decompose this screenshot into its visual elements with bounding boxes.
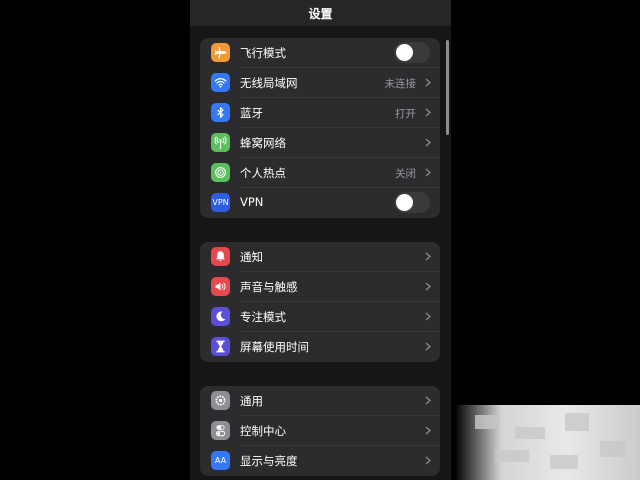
gear-icon [211,391,230,410]
cellular-antenna-icon [211,133,230,152]
bluetooth-icon [211,103,230,122]
settings-row-label: 通用 [240,394,263,408]
settings-row-label: 屏幕使用时间 [240,340,309,354]
chevron-right-icon [425,342,431,351]
page-title: 设置 [308,7,333,21]
speaker-icon [211,277,230,296]
text-size-icon: AA [211,451,230,470]
chevron-right-icon [425,138,431,147]
general-group: 通用 控制中心 AA 显示与亮度 [200,386,440,476]
settings-row-display-brightness[interactable]: AA 显示与亮度 [200,446,440,476]
chevron-right-icon [425,108,431,117]
settings-row-label: 飞行模式 [240,46,286,60]
settings-row-cellular[interactable]: 蜂窝网络 [200,128,440,158]
toggle-knob [396,44,413,61]
vpn-icon-text: VPN [212,198,229,207]
settings-row-control-center[interactable]: 控制中心 [200,416,440,446]
watermark-overlay [455,405,640,480]
settings-row-airplane-mode[interactable]: 飞行模式 [200,38,440,68]
settings-row-personal-hotspot[interactable]: 个人热点 关闭 [200,158,440,188]
settings-screen: 设置 飞行模式 无线局域网 未连接 蓝牙 打开 蜂窝网络 个人热点 关闭 VPN… [190,0,451,480]
wifi-icon [211,73,230,92]
settings-row-label: 显示与亮度 [240,454,298,468]
text-size-icon-text: AA [214,456,227,465]
bluetooth-status-value: 打开 [395,108,416,120]
chevron-right-icon [425,78,431,87]
hourglass-icon [211,337,230,356]
settings-row-label: 个人热点 [240,166,286,180]
settings-row-wifi[interactable]: 无线局域网 未连接 [200,68,440,98]
settings-row-label: 蓝牙 [240,106,263,120]
wifi-status-value: 未连接 [384,78,417,90]
moon-icon [211,307,230,326]
toggle-knob [396,194,413,211]
hotspot-status-value: 关闭 [395,168,416,180]
chevron-right-icon [425,252,431,261]
airplane-mode-toggle[interactable] [394,42,430,63]
settings-row-general[interactable]: 通用 [200,386,440,416]
settings-row-label: 通知 [240,250,263,264]
settings-row-vpn[interactable]: VPN VPN [200,188,440,218]
notifications-group: 通知 声音与触感 专注模式 屏幕使用时间 [200,242,440,362]
chevron-right-icon [425,396,431,405]
navigation-bar: 设置 [190,0,451,26]
chevron-right-icon [425,456,431,465]
bell-icon [211,247,230,266]
settings-row-label: VPN [240,195,264,209]
chevron-right-icon [425,282,431,291]
hotspot-icon [211,163,230,182]
settings-row-label: 蜂窝网络 [240,136,286,150]
chevron-right-icon [425,168,431,177]
settings-row-bluetooth[interactable]: 蓝牙 打开 [200,98,440,128]
settings-row-screen-time[interactable]: 屏幕使用时间 [200,332,440,362]
chevron-right-icon [425,426,431,435]
toggles-icon [211,421,230,440]
settings-row-notifications[interactable]: 通知 [200,242,440,272]
vpn-icon: VPN [211,193,230,212]
settings-row-label: 控制中心 [240,424,286,438]
settings-row-label: 无线局域网 [240,76,298,90]
chevron-right-icon [425,312,431,321]
connectivity-group: 飞行模式 无线局域网 未连接 蓝牙 打开 蜂窝网络 个人热点 关闭 VPN VP… [200,38,440,218]
scrollbar[interactable] [446,40,449,135]
vpn-toggle[interactable] [394,192,430,213]
settings-row-label: 声音与触感 [240,280,298,294]
settings-row-label: 专注模式 [240,310,286,324]
settings-row-sounds-haptics[interactable]: 声音与触感 [200,272,440,302]
airplane-icon [211,43,230,62]
settings-row-focus[interactable]: 专注模式 [200,302,440,332]
